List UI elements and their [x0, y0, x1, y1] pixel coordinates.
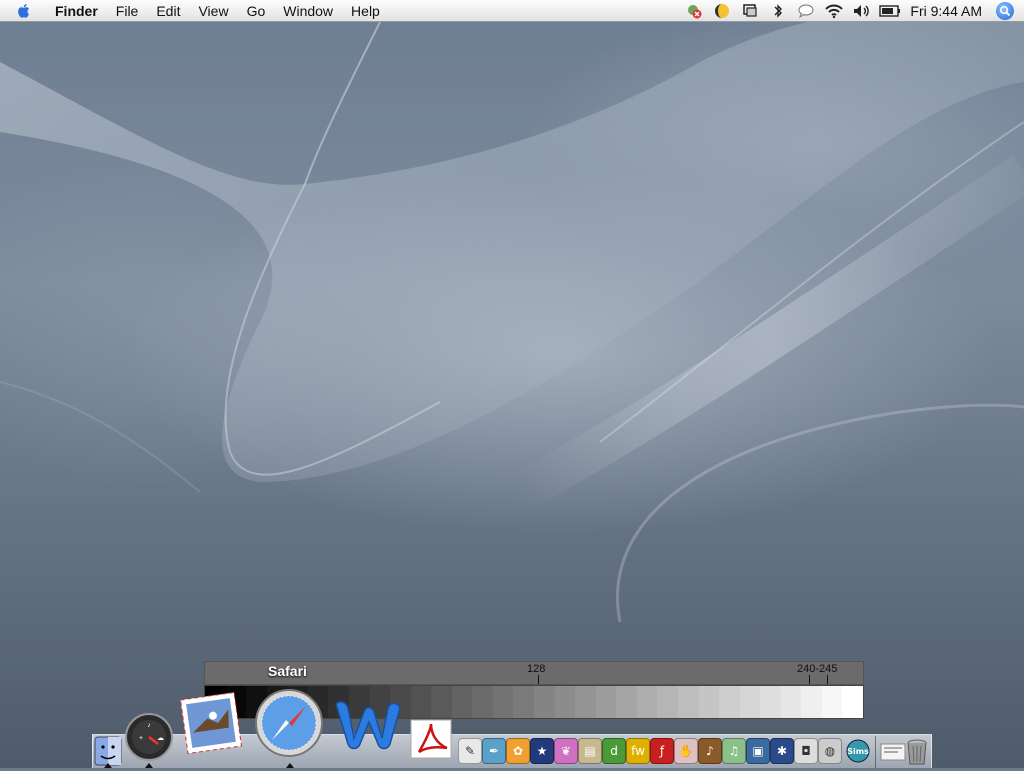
- gradient-step: [513, 686, 534, 718]
- sims-label: Sims: [847, 747, 869, 756]
- gradient-step: [657, 686, 678, 718]
- gradient-step: [821, 686, 843, 718]
- moon-phase-icon[interactable]: [711, 2, 733, 20]
- fireworks-icon[interactable]: fw: [626, 738, 650, 764]
- app-menu-finder[interactable]: Finder: [46, 0, 107, 22]
- gradient-step: [616, 686, 637, 718]
- apple-menu[interactable]: [0, 2, 46, 20]
- mail-icon[interactable]: [178, 690, 244, 756]
- gradient-step: [472, 686, 493, 718]
- sync-error-icon[interactable]: [683, 2, 705, 20]
- gradient-step: [410, 686, 432, 718]
- gradient-step: [842, 686, 863, 718]
- preview-icon[interactable]: ▤: [578, 738, 602, 764]
- gradient-step: [451, 686, 473, 718]
- gradient-step: [636, 686, 658, 718]
- dashboard-running-indicator: [145, 763, 153, 768]
- gradient-step: [801, 686, 822, 718]
- quill-icon[interactable]: ✒: [482, 738, 506, 764]
- menu-window[interactable]: Window: [274, 0, 342, 22]
- finder-running-indicator: [104, 763, 112, 768]
- gradient-step: [492, 686, 514, 718]
- safari-running-indicator: [286, 763, 294, 768]
- gradient-step: [534, 686, 555, 718]
- finder-icon[interactable]: [94, 736, 122, 766]
- wallpaper-curves: [0, 22, 1024, 623]
- dock-tooltip: Safari: [268, 663, 307, 679]
- ichat-status-icon[interactable]: [795, 2, 817, 20]
- imovie-star-icon[interactable]: ★: [530, 738, 554, 764]
- battery-icon[interactable]: [879, 2, 901, 20]
- scale-label-128: 128: [527, 663, 546, 675]
- gradient-step: [739, 686, 761, 718]
- gradient-step: [780, 686, 802, 718]
- menu-go[interactable]: Go: [238, 0, 275, 22]
- wifi-icon[interactable]: [823, 2, 845, 20]
- iphoto-icon[interactable]: ▣: [746, 738, 770, 764]
- menu-extras: Fri 9:44 AM: [680, 0, 1024, 22]
- gradient-step: [698, 686, 720, 718]
- dreamweaver-icon[interactable]: d: [602, 738, 626, 764]
- final-cut-icon[interactable]: ✱: [770, 738, 794, 764]
- documents-icon[interactable]: [880, 740, 906, 764]
- scale-tick-240: [809, 675, 810, 684]
- scale-tick-128: [538, 675, 539, 684]
- gradient-step: [677, 686, 699, 718]
- gradient-step: [554, 686, 576, 718]
- gradient-step: [760, 686, 781, 718]
- dock-separator: [875, 736, 876, 768]
- svg-text:+: +: [139, 735, 143, 742]
- disk-icon[interactable]: ◍: [818, 738, 842, 764]
- spotlight-button[interactable]: [996, 1, 1014, 20]
- menu-clock[interactable]: Fri 9:44 AM: [904, 3, 996, 19]
- display-mirror-icon[interactable]: [739, 2, 761, 20]
- desktop-wallpaper: [0, 22, 1024, 768]
- itunes-icon[interactable]: ♫: [722, 738, 746, 764]
- apple-icon: [18, 3, 29, 18]
- safari-icon[interactable]: [254, 688, 324, 758]
- butterfly-icon[interactable]: ❦: [554, 738, 578, 764]
- acrobat-icon[interactable]: [409, 718, 453, 760]
- menu-help[interactable]: Help: [342, 0, 389, 22]
- svg-text:♪: ♪: [147, 722, 151, 729]
- garageband-icon[interactable]: ♪: [698, 738, 722, 764]
- gradient-step: [575, 686, 596, 718]
- menu-view[interactable]: View: [189, 0, 237, 22]
- dashboard-icon[interactable]: ♪ + ☁: [124, 712, 174, 762]
- sims-icon[interactable]: Sims: [846, 739, 870, 763]
- trash-icon[interactable]: [906, 738, 928, 766]
- volume-icon[interactable]: [851, 2, 873, 20]
- flash-icon[interactable]: ƒ: [650, 738, 674, 764]
- bluetooth-icon[interactable]: [767, 2, 789, 20]
- word-icon[interactable]: [330, 694, 406, 754]
- camera-icon[interactable]: ◘: [794, 738, 818, 764]
- menu-bar: Finder File Edit View Go Window Help Fri…: [0, 0, 1024, 22]
- gradient-step: [719, 686, 740, 718]
- scale-label-240-245: 240-245: [797, 663, 838, 675]
- menu-file[interactable]: File: [107, 0, 148, 22]
- hand-icon[interactable]: ✋: [674, 738, 698, 764]
- svg-text:☁: ☁: [157, 735, 164, 742]
- flower-icon[interactable]: ✿: [506, 738, 530, 764]
- gradient-step: [431, 686, 452, 718]
- menu-edit[interactable]: Edit: [147, 0, 189, 22]
- spotlight-icon: [999, 5, 1011, 16]
- scale-tick-245: [827, 675, 828, 684]
- text-edit-icon[interactable]: ✎: [458, 738, 482, 764]
- gradient-step: [595, 686, 617, 718]
